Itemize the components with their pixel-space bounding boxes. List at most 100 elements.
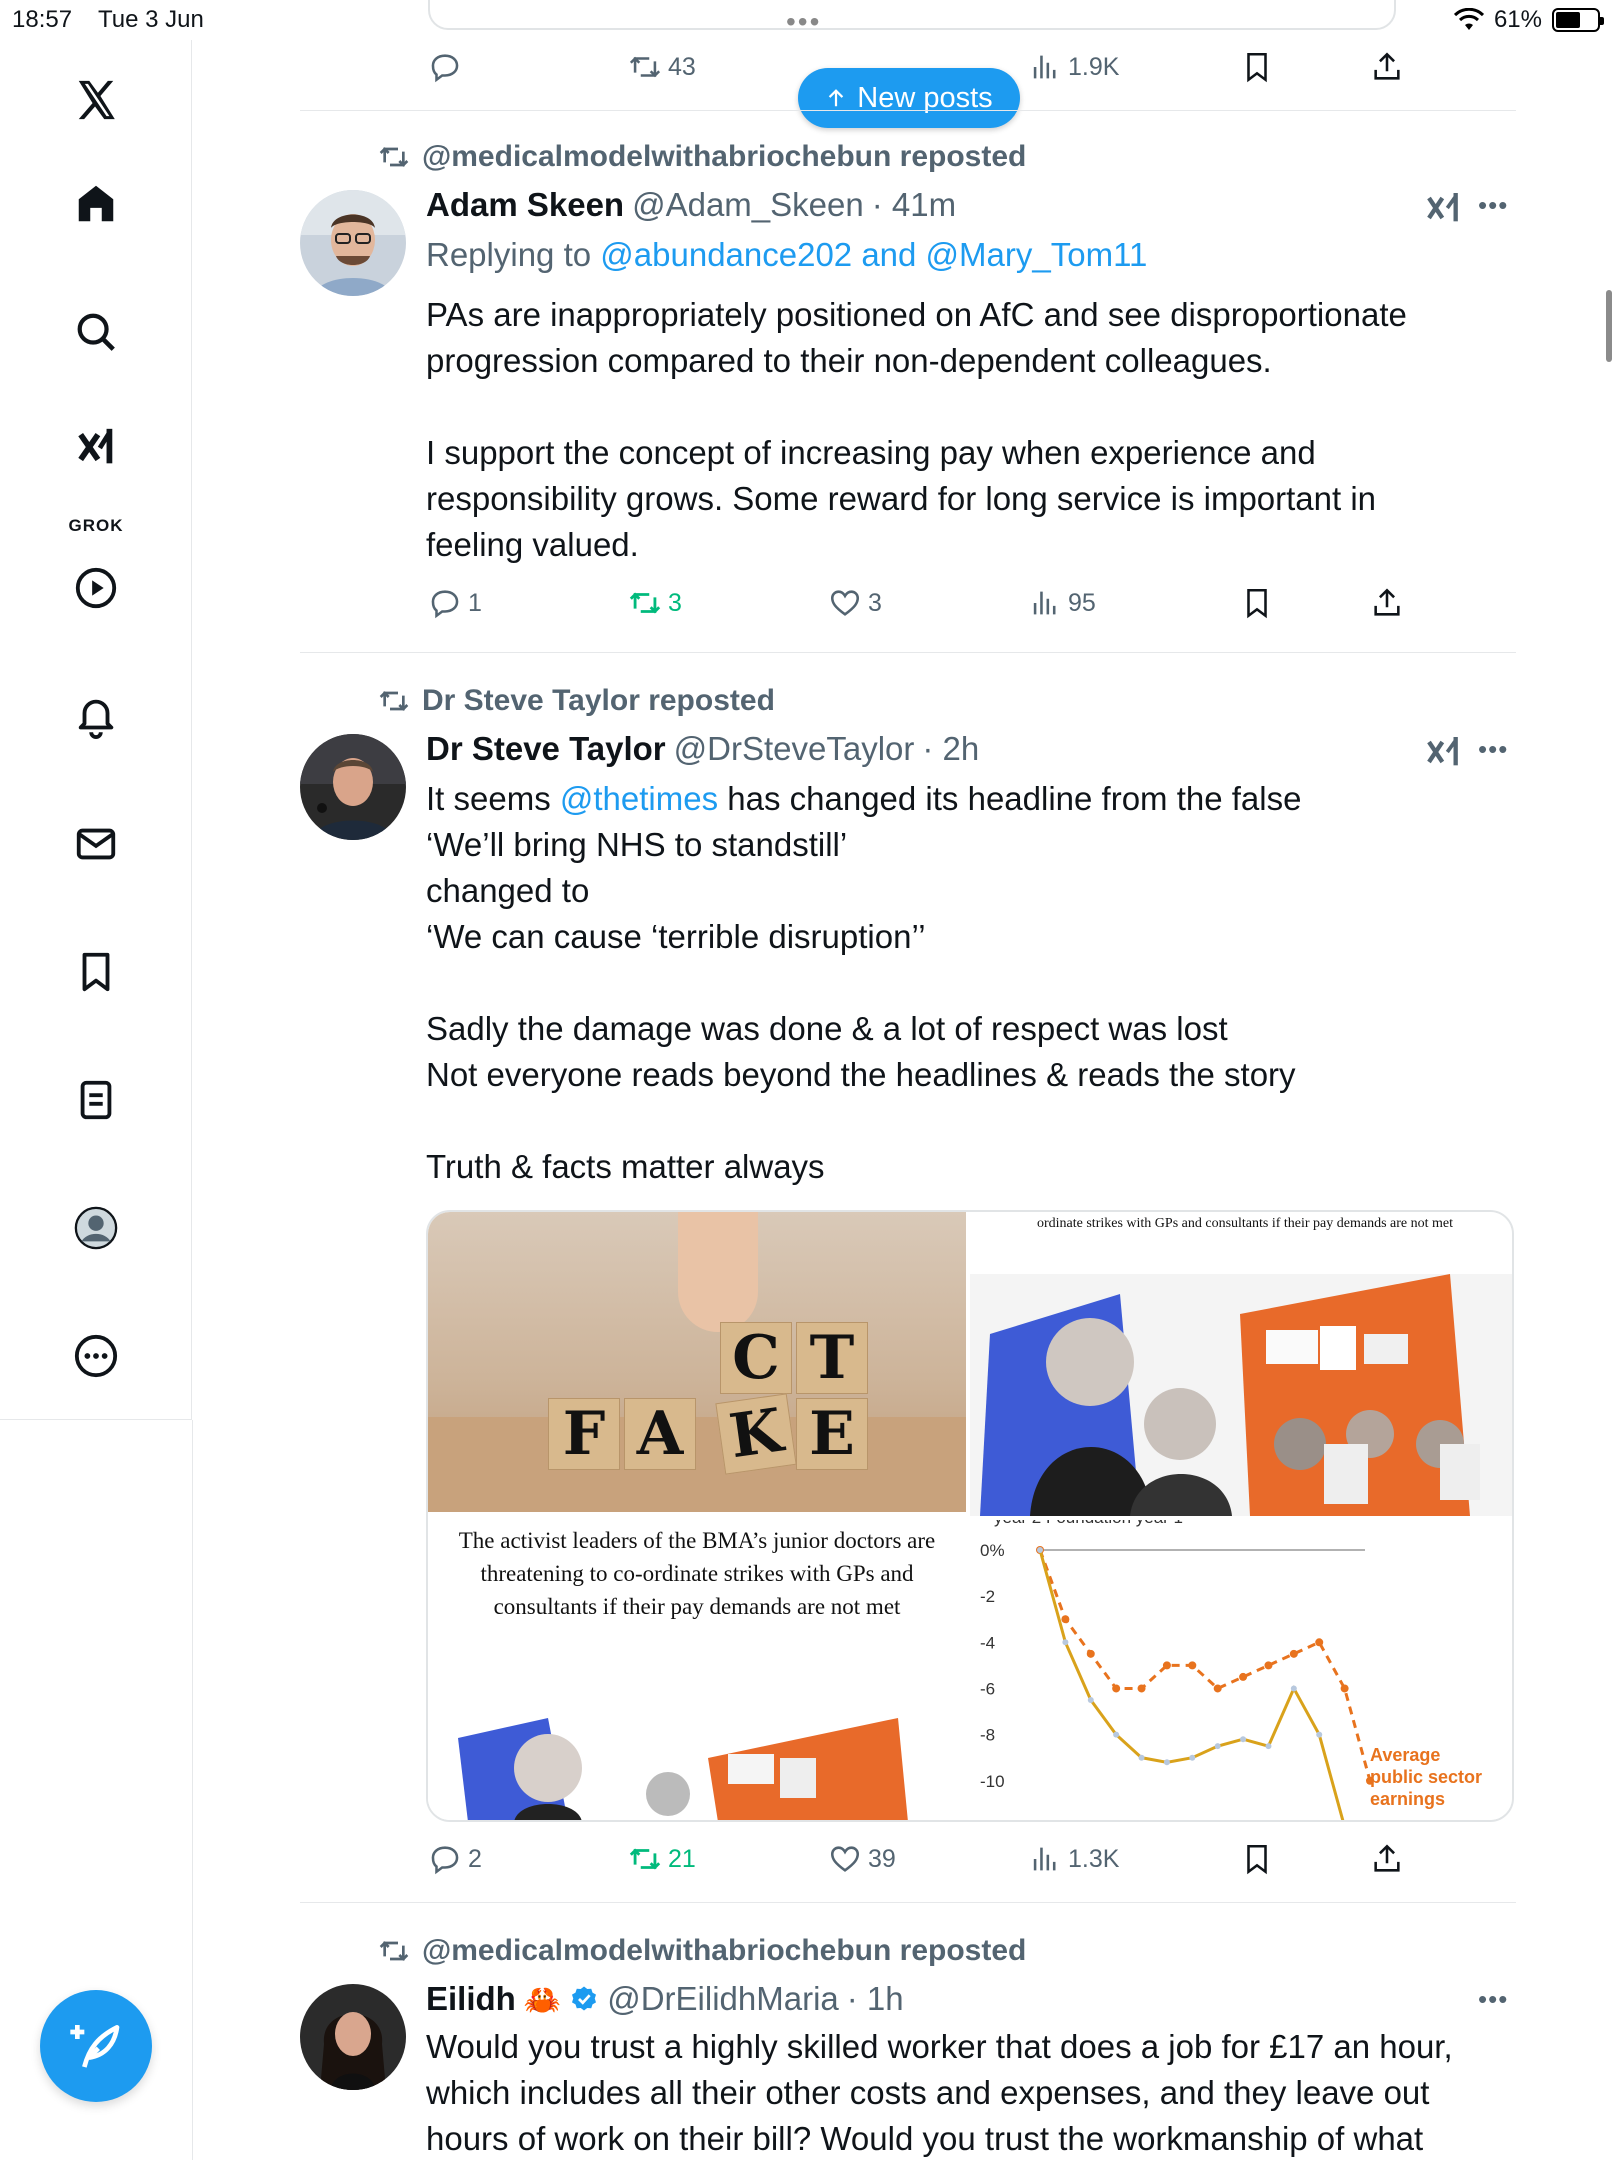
- series-point-1-10: [1290, 1685, 1297, 1692]
- lists-icon[interactable]: [66, 1070, 126, 1130]
- y-tick-label: -4: [980, 1633, 995, 1652]
- compose-post-button[interactable]: [40, 1990, 152, 2102]
- reply-button[interactable]: 2: [428, 1842, 482, 1876]
- author-handle[interactable]: @Adam_Skeen: [632, 186, 864, 224]
- bookmarks-icon[interactable]: [66, 942, 126, 1002]
- author-name[interactable]: Eilidh: [426, 1980, 516, 2018]
- media-image-fake-fact[interactable]: C T F A K E The activist leaders of the …: [428, 1212, 966, 1820]
- text-line: ‘We can cause ‘terrible disruption’’: [426, 918, 926, 955]
- bookmark-button[interactable]: [1240, 50, 1274, 84]
- post-actions: 2 21 39 1.3K: [428, 1842, 1428, 1882]
- hand-shape: [678, 1212, 758, 1332]
- post-divider: [300, 652, 1516, 653]
- grok-icon[interactable]: [66, 418, 126, 478]
- repost-icon: [629, 56, 661, 78]
- profile-avatar-icon[interactable]: [66, 1198, 126, 1258]
- author-handle[interactable]: @DrEilidhMaria: [607, 1980, 839, 2018]
- avatar[interactable]: [300, 1984, 406, 2090]
- author-line: Dr Steve Taylor @DrSteveTaylor · 2h: [426, 730, 979, 768]
- notifications-icon[interactable]: [66, 686, 126, 746]
- collage-thumbnail: [428, 1698, 966, 1820]
- grok-explain-icon[interactable]: [1424, 188, 1464, 228]
- author-handle[interactable]: @DrSteveTaylor: [674, 730, 915, 768]
- repost-button[interactable]: 3: [628, 586, 682, 620]
- avatar[interactable]: [300, 190, 406, 296]
- series-point-1-7: [1214, 1743, 1221, 1750]
- author-name[interactable]: Dr Steve Taylor: [426, 730, 666, 768]
- home-icon[interactable]: [66, 174, 126, 234]
- y-tick-label: -12: [980, 1818, 1005, 1822]
- letter-block: C: [720, 1322, 792, 1394]
- views-button[interactable]: 1.9K: [1028, 50, 1119, 84]
- bookmark-icon: [1247, 52, 1267, 83]
- letter-block: E: [796, 1398, 868, 1470]
- repost-by[interactable]: @medicalmodelwithabriochebun reposted: [422, 140, 1026, 174]
- mention-link[interactable]: @thetimes: [560, 780, 718, 817]
- series-point-1-9: [1265, 1743, 1272, 1750]
- series-point-0-10: [1289, 1649, 1298, 1658]
- repost-count: 21: [668, 1844, 696, 1873]
- reply-button[interactable]: 1: [428, 586, 482, 620]
- views-button[interactable]: 95: [1028, 586, 1096, 620]
- bookmark-icon: [1247, 588, 1267, 619]
- more-icon[interactable]: •••: [1478, 1984, 1508, 2015]
- views-button[interactable]: 1.3K: [1028, 1842, 1119, 1876]
- post-time[interactable]: · 2h: [922, 730, 979, 768]
- text-line: Not everyone reads beyond the headlines …: [426, 1056, 1296, 1093]
- reply-button[interactable]: [428, 50, 462, 84]
- grok-explain-icon[interactable]: [1424, 732, 1464, 772]
- share-button[interactable]: [1370, 586, 1404, 620]
- like-count: 3: [868, 588, 882, 617]
- series-point-0-11: [1315, 1638, 1324, 1647]
- post-media-grid[interactable]: C T F A K E The activist leaders of the …: [426, 1210, 1514, 1822]
- scrollbar-thumb[interactable]: [1606, 290, 1612, 362]
- share-button[interactable]: [1370, 1842, 1404, 1876]
- post-text: It seems @thetimes has changed its headl…: [426, 776, 1506, 1190]
- share-button[interactable]: [1370, 50, 1404, 84]
- author-name[interactable]: Adam Skeen: [426, 186, 624, 224]
- like-button[interactable]: 3: [828, 586, 882, 620]
- video-icon[interactable]: [66, 558, 126, 618]
- text-line: changed to: [426, 872, 590, 909]
- search-icon[interactable]: [66, 302, 126, 362]
- legend-line: public sector: [1370, 1767, 1483, 1787]
- series-point-1-11: [1316, 1731, 1323, 1738]
- series-point-0-12: [1340, 1684, 1349, 1693]
- verified-badge-icon: [572, 1986, 597, 2011]
- series-line-1: [1038, 1549, 1345, 1820]
- repost-button[interactable]: 43: [628, 50, 696, 84]
- more-icon[interactable]: •••: [1478, 734, 1508, 765]
- post-time[interactable]: · 1h: [847, 1980, 904, 2018]
- bookmark-button[interactable]: [1240, 1842, 1274, 1876]
- y-tick-label: -10: [980, 1772, 1005, 1791]
- repost-by[interactable]: @medicalmodelwithabriochebun reposted: [422, 1934, 1026, 1968]
- reply-icon: [431, 590, 459, 619]
- previous-post-card[interactable]: [428, 0, 1396, 30]
- fake-fact-photo: C T F A K E: [428, 1212, 966, 1512]
- repost-count: 43: [668, 52, 696, 81]
- media-image-chart[interactable]: year 2 Foundation year 1 0%-2-4-6-8-10-1…: [970, 1520, 1512, 1822]
- bookmark-button[interactable]: [1240, 586, 1274, 620]
- new-posts-button[interactable]: New posts: [798, 68, 1020, 128]
- more-options-icon[interactable]: [66, 1326, 126, 1386]
- replying-to: Replying to @abundance202 and @Mary_Tom1…: [426, 236, 1147, 274]
- media-image-collage[interactable]: ordinate strikes with GPs and consultant…: [970, 1212, 1512, 1516]
- series-point-0-8: [1239, 1672, 1248, 1681]
- post-divider: [300, 110, 1516, 111]
- repost-header: Dr Steve Taylor reposted: [378, 684, 775, 718]
- text-line: feeling valued.: [426, 526, 639, 563]
- repost-button[interactable]: 21: [628, 1842, 696, 1876]
- avatar[interactable]: [300, 734, 406, 840]
- repost-header: @medicalmodelwithabriochebun reposted: [378, 1934, 1026, 1968]
- more-icon[interactable]: •••: [1478, 190, 1508, 221]
- replying-to-users[interactable]: @abundance202 and @Mary_Tom11: [600, 236, 1147, 273]
- repost-icon: [629, 592, 661, 614]
- like-button[interactable]: 39: [828, 1842, 896, 1876]
- messages-icon[interactable]: [66, 814, 126, 874]
- x-logo-icon[interactable]: [66, 70, 126, 130]
- text-line: [426, 960, 1506, 1006]
- text-line: ‘We’ll bring NHS to standstill’: [426, 826, 848, 863]
- post-time[interactable]: · 41m: [872, 186, 956, 224]
- repost-by[interactable]: Dr Steve Taylor reposted: [422, 684, 775, 718]
- letter-block: F: [548, 1398, 620, 1470]
